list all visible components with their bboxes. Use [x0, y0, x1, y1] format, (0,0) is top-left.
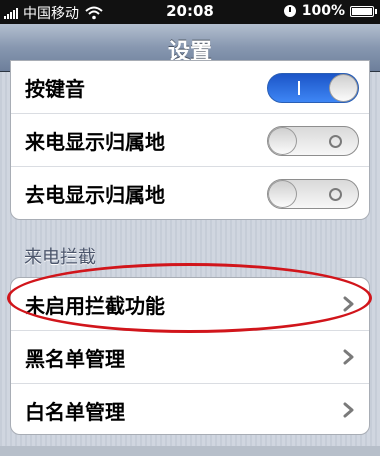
- row-label: 黑名单管理: [25, 346, 125, 371]
- settings-group-sounds: 按键音 来电显示归属地 去电显示归属地: [10, 60, 370, 220]
- bottom-edge: [0, 446, 380, 456]
- chevron-right-icon: [343, 402, 354, 418]
- battery-percentage: 100%: [301, 3, 345, 19]
- toggle-knob[interactable]: [329, 74, 358, 102]
- row-label: 来电显示归属地: [25, 129, 165, 154]
- toggle-knob[interactable]: [268, 180, 297, 208]
- toggle-off-mark: [329, 135, 342, 148]
- toggle-off-mark: [329, 188, 342, 201]
- keypad-sound-toggle[interactable]: [267, 73, 359, 103]
- row-incoming-caller-location[interactable]: 来电显示归属地: [11, 114, 369, 167]
- row-blocking-disabled[interactable]: 未启用拦截功能: [11, 278, 369, 331]
- settings-group-call-blocking: 未启用拦截功能 黑名单管理 白名单管理: [10, 277, 370, 435]
- row-whitelist[interactable]: 白名单管理: [11, 384, 369, 434]
- chevron-right-icon: [343, 296, 354, 312]
- row-keypad-sound[interactable]: 按键音: [11, 61, 369, 114]
- row-label: 按键音: [25, 76, 85, 101]
- status-right: 100%: [283, 3, 377, 19]
- toggle-on-mark: [298, 81, 300, 95]
- row-label: 白名单管理: [25, 400, 125, 424]
- row-outgoing-caller-location[interactable]: 去电显示归属地: [11, 167, 369, 219]
- row-label: 去电显示归属地: [25, 183, 165, 207]
- toggle-knob[interactable]: [268, 127, 297, 155]
- incoming-location-toggle[interactable]: [267, 126, 359, 156]
- row-label: 未启用拦截功能: [25, 293, 165, 318]
- battery-icon: [350, 5, 377, 17]
- outgoing-location-toggle[interactable]: [267, 179, 359, 209]
- section-header-call-blocking: 来电拦截: [24, 247, 96, 268]
- row-blacklist[interactable]: 黑名单管理: [11, 331, 369, 384]
- status-bar: 中国移动 20:08 100%: [0, 0, 380, 24]
- lock-rotation-icon: [283, 5, 296, 17]
- chevron-right-icon: [343, 349, 354, 365]
